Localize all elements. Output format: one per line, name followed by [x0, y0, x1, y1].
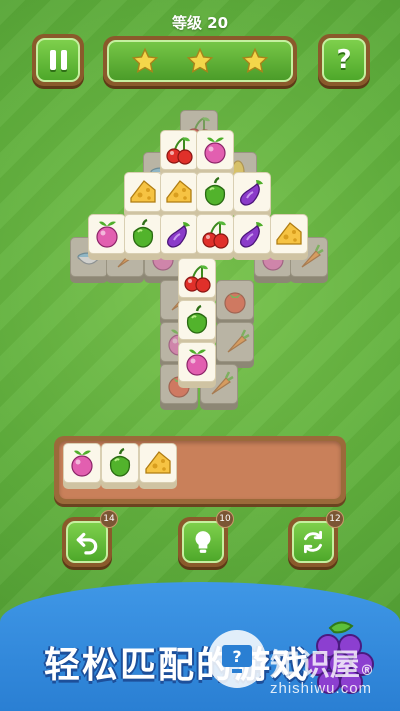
hint-count-badge: 10	[216, 510, 234, 528]
watermark-url: zhishiwu.com	[270, 680, 373, 697]
question-icon: ?	[322, 38, 366, 82]
undo-count-badge: 14	[100, 510, 118, 528]
star-progress-bar	[103, 36, 297, 86]
cheese-icon	[130, 180, 156, 203]
cherry-icon	[166, 137, 193, 165]
eggplant-icon	[240, 180, 263, 206]
hint-button[interactable]: 10	[178, 510, 234, 567]
shuffle-icon	[304, 530, 322, 554]
level-label: 等级 20	[171, 14, 229, 32]
tile-cheese[interactable]	[270, 214, 310, 260]
radish-icon	[71, 450, 93, 477]
star-icon	[242, 47, 269, 73]
tile-cherry[interactable]	[160, 130, 200, 176]
carrot-icon	[227, 329, 250, 353]
watermark-logo: ?	[208, 630, 266, 688]
watermark: ? 知识屋® zhishiwu.com	[208, 630, 388, 706]
watermark-icon-label: ?	[232, 647, 241, 666]
eggplant-icon	[167, 222, 190, 248]
tray-tile-cheese	[139, 443, 179, 489]
tile-eggplant[interactable]	[160, 214, 200, 260]
tile-eggplant[interactable]	[233, 172, 273, 218]
tile-cherry[interactable]	[196, 214, 236, 260]
tile-tray	[54, 436, 346, 504]
pause-icon	[49, 50, 67, 70]
tile-cherry[interactable]	[178, 258, 218, 304]
cheese-icon	[276, 222, 302, 245]
cherry-icon	[184, 265, 211, 293]
lightbulb-icon	[195, 531, 211, 553]
eggplant-icon	[240, 222, 263, 248]
tile-cheese[interactable]	[160, 172, 200, 218]
pepper-icon	[109, 447, 131, 477]
star-icon	[186, 47, 214, 73]
pause-button[interactable]	[32, 34, 84, 86]
cheese-icon	[145, 451, 171, 474]
monitor-icon: ?	[222, 645, 252, 673]
undo-icon	[76, 532, 98, 555]
radish-icon	[96, 221, 118, 248]
undo-button[interactable]: 14	[62, 510, 118, 567]
pepper-icon	[186, 304, 208, 334]
help-button[interactable]: ?	[318, 34, 370, 86]
cherry-icon	[202, 221, 229, 249]
tile-cheese[interactable]	[124, 172, 164, 218]
shuffle-button[interactable]: 12	[288, 510, 344, 567]
tile-pepper[interactable]	[196, 172, 236, 218]
pepper-icon	[132, 218, 154, 248]
watermark-title: 知识屋®	[270, 648, 374, 683]
star-icon	[131, 47, 158, 73]
tray-tile-pepper	[101, 443, 141, 489]
tile-radish[interactable]	[196, 130, 236, 176]
tile-radish[interactable]	[178, 342, 218, 388]
tile-pepper[interactable]	[178, 300, 218, 346]
pepper-icon	[204, 176, 226, 206]
tile-radish[interactable]	[88, 214, 128, 260]
cheese-icon	[166, 180, 192, 203]
radish-icon	[186, 349, 208, 376]
covered-tile	[216, 280, 256, 326]
radish-icon	[204, 137, 226, 164]
tray-tile-radish	[63, 443, 103, 489]
covered-tile	[216, 322, 256, 368]
shuffle-count-badge: 12	[326, 510, 344, 528]
tile-pepper[interactable]	[124, 214, 164, 260]
tile-eggplant[interactable]	[233, 214, 273, 260]
tomato-icon	[224, 292, 246, 314]
